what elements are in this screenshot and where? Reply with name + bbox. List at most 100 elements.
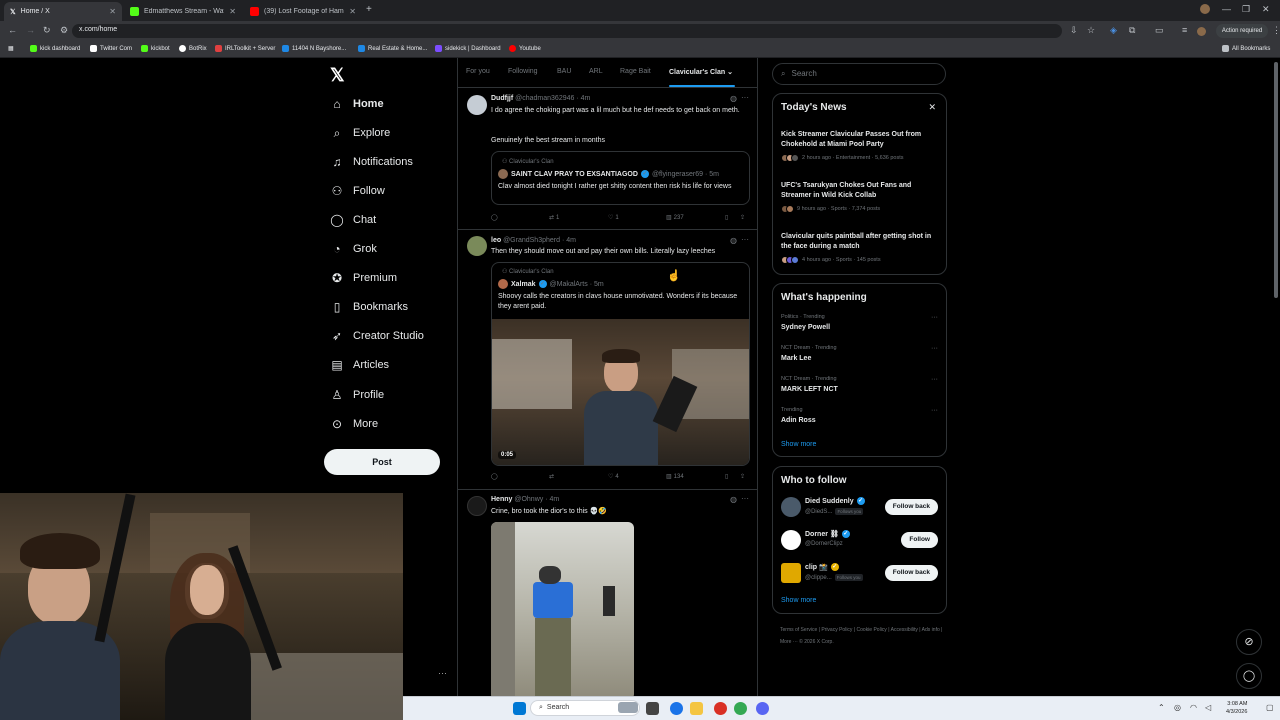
action-required-button[interactable]: Action required bbox=[1216, 24, 1268, 38]
grok-icon[interactable]: ◍ bbox=[730, 94, 737, 103]
bookmark-irltoolkit[interactable]: IRLToolkit + Server bbox=[215, 45, 275, 52]
tab-for-you[interactable]: For you bbox=[466, 68, 490, 75]
post-button[interactable]: Post bbox=[324, 449, 440, 475]
post-author[interactable]: leo bbox=[491, 237, 501, 244]
tab-youtube[interactable]: (39) Lost Footage of Hampton ✕ bbox=[244, 2, 362, 21]
post[interactable]: leo @GrandSh3pherd · 4m ◍ ··· Then they … bbox=[458, 230, 757, 490]
all-bookmarks[interactable]: All Bookmarks bbox=[1222, 45, 1270, 52]
notification-icon[interactable]: ▢ bbox=[1266, 703, 1274, 712]
nav-explore[interactable]: ⌕ Explore bbox=[330, 122, 391, 144]
window-close-icon[interactable]: ✕ bbox=[1262, 4, 1270, 15]
quote-tweet[interactable]: ⚇ Clavicular's Clan Xalmak ✓ @MakalArts … bbox=[491, 262, 750, 466]
reload-icon[interactable]: ↻ bbox=[43, 25, 51, 36]
trend-name[interactable]: Mark Lee bbox=[781, 355, 811, 362]
news-headline[interactable]: UFC's Tsarukyan Chokes Out Fans and Stre… bbox=[781, 181, 939, 201]
repost-button[interactable]: ⇄ bbox=[549, 473, 556, 480]
more-options-icon[interactable]: ··· bbox=[741, 494, 749, 503]
chrome-icon[interactable] bbox=[670, 702, 683, 715]
messages-icon[interactable]: ◯ bbox=[1236, 663, 1262, 689]
post-author[interactable]: Henny bbox=[491, 496, 512, 503]
post-author[interactable]: Dudfjjf bbox=[491, 95, 513, 102]
nav-home[interactable]: ⌂ Home bbox=[330, 93, 383, 115]
avatar[interactable] bbox=[781, 530, 801, 550]
trend-name[interactable]: Sydney Powell bbox=[781, 324, 830, 331]
star-icon[interactable]: ☆ bbox=[1087, 25, 1095, 36]
more-options-icon[interactable]: ··· bbox=[741, 93, 749, 102]
grok-icon[interactable]: ◍ bbox=[730, 236, 737, 245]
nav-grok[interactable]: ◔ Grok bbox=[330, 238, 376, 260]
more-options-icon[interactable]: ··· bbox=[438, 668, 447, 678]
nav-notifications[interactable]: ♫ Notifications bbox=[330, 151, 413, 173]
share-button[interactable]: ⇪ bbox=[740, 214, 745, 221]
avatar[interactable] bbox=[781, 563, 801, 583]
views-button[interactable]: ▥ 134 bbox=[666, 473, 684, 481]
post-image[interactable] bbox=[491, 522, 634, 696]
repost-button[interactable]: ⇄ 1 bbox=[549, 214, 559, 222]
close-icon[interactable]: ✕ bbox=[349, 7, 356, 16]
tab-claviculars-clan[interactable]: Clavicular's Clan ⌄ bbox=[669, 68, 733, 76]
install-app-icon[interactable]: ⇩ bbox=[1070, 25, 1078, 36]
split-view-icon[interactable]: ▭ bbox=[1155, 25, 1164, 36]
new-tab-icon[interactable]: + bbox=[366, 4, 372, 15]
bookmark-kick-dashboard[interactable]: kick dashboard bbox=[30, 45, 80, 52]
quote-tweet[interactable]: ⚇ Clavicular's Clan SAINT CLAV PRAY TO E… bbox=[491, 151, 750, 205]
tab-bau[interactable]: BAU bbox=[557, 68, 571, 75]
reply-button[interactable]: ◯ bbox=[491, 214, 500, 221]
bookmark-real-estate[interactable]: Real Estate & Home... bbox=[358, 45, 427, 52]
nav-premium[interactable]: ✪ Premium bbox=[330, 267, 397, 289]
bookmark-button[interactable]: ▯ bbox=[725, 473, 728, 480]
nav-bookmarks[interactable]: ▯ Bookmarks bbox=[330, 296, 408, 318]
footer-link[interactable]: Privacy Policy bbox=[821, 627, 852, 633]
bookmark-kickbot[interactable]: kickbot bbox=[141, 45, 170, 52]
bookmark-bayshore[interactable]: 11404 N Bayshore... bbox=[282, 45, 346, 52]
grok-icon[interactable]: ⊘ bbox=[1236, 629, 1262, 655]
wifi-icon[interactable]: ◠ bbox=[1190, 703, 1197, 712]
views-button[interactable]: ▥ 237 bbox=[666, 214, 684, 222]
tab-following[interactable]: Following bbox=[508, 68, 538, 75]
account-name[interactable]: clip 📸 ✓ bbox=[805, 563, 839, 571]
nav-more[interactable]: ⊙ More bbox=[330, 413, 378, 435]
post[interactable]: Dudfjjf @chadman362946 · 4m ◍ ··· I do a… bbox=[458, 88, 757, 230]
extension-icon[interactable]: ◈ bbox=[1110, 25, 1117, 36]
nav-follow[interactable]: ⚇ Follow bbox=[330, 180, 385, 202]
news-headline[interactable]: Clavicular quits paintball after getting… bbox=[781, 232, 939, 252]
follow-button[interactable]: Follow bbox=[901, 532, 938, 548]
more-options-icon[interactable]: ··· bbox=[931, 407, 938, 414]
show-more-link[interactable]: Show more bbox=[781, 441, 816, 448]
follow-back-button[interactable]: Follow back bbox=[884, 499, 938, 515]
close-icon[interactable]: ✕ bbox=[109, 7, 116, 16]
apps-icon[interactable]: ▦ bbox=[8, 45, 14, 52]
address-bar[interactable]: x.com/home bbox=[72, 24, 1062, 38]
tab-home-x[interactable]: 𝕏 Home / X ✕ bbox=[4, 2, 122, 21]
back-icon[interactable]: ← bbox=[8, 25, 17, 35]
forward-icon[interactable]: → bbox=[26, 25, 35, 35]
close-icon[interactable]: ✕ bbox=[928, 102, 936, 113]
chrome-icon[interactable] bbox=[734, 702, 747, 715]
nav-chat[interactable]: ◯ Chat bbox=[330, 209, 376, 231]
reply-button[interactable]: ◯ bbox=[491, 473, 500, 480]
trend-name[interactable]: Adin Ross bbox=[781, 417, 816, 424]
nav-profile[interactable]: ♙ Profile bbox=[330, 384, 385, 406]
more-options-icon[interactable]: ··· bbox=[931, 314, 938, 321]
chrome-icon[interactable] bbox=[714, 702, 727, 715]
close-icon[interactable]: ✕ bbox=[229, 7, 236, 16]
profile-avatar-icon[interactable] bbox=[1200, 4, 1210, 14]
account-name[interactable]: Dorner ⛓ ✓ bbox=[805, 530, 850, 538]
file-explorer-icon[interactable] bbox=[690, 702, 703, 715]
news-headline[interactable]: Kick Streamer Clavicular Passes Out from… bbox=[781, 130, 939, 150]
kebab-menu-icon[interactable]: ⋮ bbox=[1272, 25, 1280, 36]
avatar[interactable] bbox=[467, 95, 487, 115]
start-icon[interactable] bbox=[513, 702, 526, 715]
tab-kick-stream[interactable]: Edmatthews Stream - Watch Li ✕ bbox=[124, 2, 242, 21]
account-name[interactable]: Died Suddenly ✓ bbox=[805, 497, 865, 505]
tab-arl[interactable]: ARL bbox=[589, 68, 603, 75]
footer-link[interactable]: More ··· bbox=[780, 639, 798, 645]
nav-articles[interactable]: ▤ Articles bbox=[330, 354, 389, 376]
bookmark-botrix[interactable]: BotRix bbox=[179, 45, 207, 52]
taskbar-clock[interactable]: 3:08 AM 4/3/2026 bbox=[1226, 700, 1247, 716]
avatar[interactable] bbox=[467, 236, 487, 256]
footer-link[interactable]: Cookie Policy bbox=[857, 627, 887, 633]
grok-icon[interactable]: ◍ bbox=[730, 495, 737, 504]
search-highlight-icon[interactable] bbox=[618, 702, 638, 713]
network-icon[interactable]: ◎ bbox=[1174, 703, 1181, 712]
